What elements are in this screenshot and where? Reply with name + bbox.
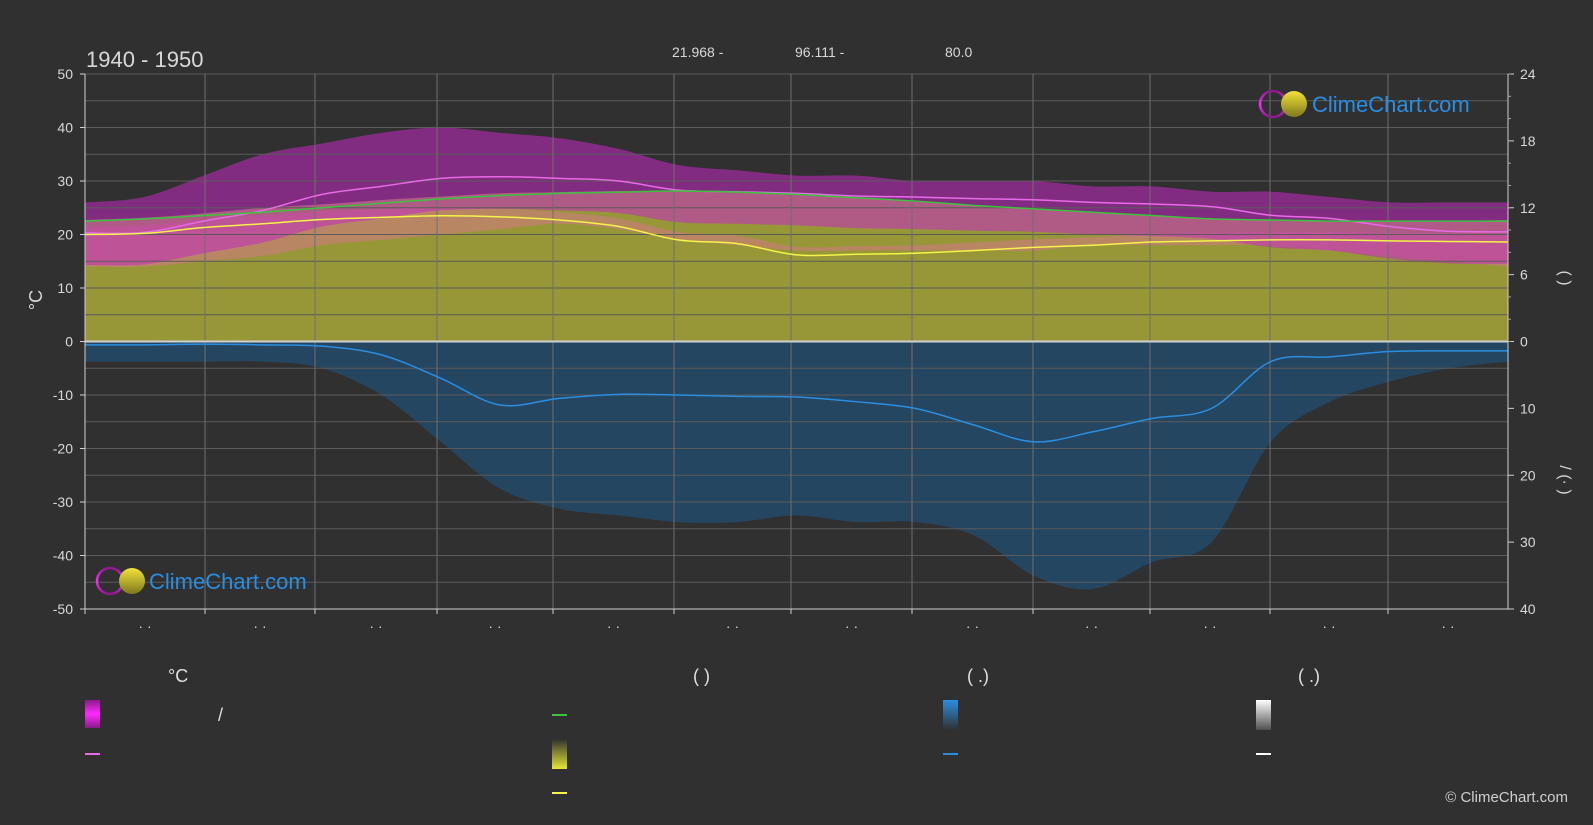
x-tick-label: · · — [966, 618, 979, 634]
precipitation-band — [85, 341, 1508, 590]
legend-sunshine-swatch — [552, 739, 567, 769]
right-top-tick-label: 0 — [1520, 334, 1528, 350]
left-tick-label: 50 — [57, 66, 73, 82]
legend-temp-header: °C — [168, 666, 188, 686]
latitude-label: 21.968 - — [672, 44, 724, 60]
legend-temp-range-label: / — [218, 705, 223, 725]
left-tick-label: 40 — [57, 120, 73, 136]
x-tick-label: · · — [488, 618, 501, 634]
legend-rain-header: ( .) — [967, 666, 989, 686]
legend-rain-swatch — [943, 700, 958, 730]
logo-top-right[interactable]: ClimeChart.com — [1258, 89, 1470, 119]
left-tick-label: -50 — [53, 601, 73, 617]
x-tick-label: · · — [845, 618, 858, 634]
right-top-tick-label: 12 — [1520, 200, 1536, 216]
x-tick-label: · · — [1203, 618, 1216, 634]
logo-text: ClimeChart.com — [149, 569, 307, 594]
right-axis-top-label: ( ) — [1556, 270, 1573, 285]
left-tick-label: -40 — [53, 548, 73, 564]
chart-title: 1940 - 1950 — [86, 47, 203, 72]
x-tick-label: · · — [726, 618, 739, 634]
climate-chart: 50 40 30 20 10 0 -10 -20 -30 -40 -50 24 18 12 6 0 10 20 30… — [26, 44, 1573, 806]
legend-daylight-swatch — [552, 714, 567, 716]
x-tick-label: · · — [1322, 618, 1335, 634]
right-top-tick-label: 24 — [1520, 66, 1536, 82]
logo-sun-icon — [119, 568, 145, 594]
x-tick-label: · · — [253, 618, 266, 634]
elevation-label: 80.0 — [945, 44, 972, 60]
longitude-label: 96.111 - — [795, 44, 845, 60]
copyright: © ClimeChart.com — [1445, 789, 1568, 806]
right-bottom-tick-label: 30 — [1520, 534, 1536, 550]
left-tick-label: -20 — [53, 441, 73, 457]
right-bottom-tick-label: 20 — [1520, 467, 1536, 483]
legend-temp-line-swatch — [85, 753, 100, 755]
legend-snow-swatch — [1256, 700, 1271, 730]
legend-snow-line-swatch — [1256, 753, 1271, 755]
legend: °C / ( ) ( .) ( .) — [85, 666, 1320, 794]
x-tick-label: · · — [1441, 618, 1454, 634]
logo-bottom-left[interactable]: ClimeChart.com — [95, 566, 307, 596]
x-tick-label: · · — [369, 618, 382, 634]
legend-rain-line-swatch — [943, 753, 958, 755]
left-tick-label: 30 — [57, 173, 73, 189]
left-axis-label: °C — [26, 290, 46, 310]
logo-sun-icon — [1281, 91, 1307, 117]
left-tick-label: -10 — [53, 387, 73, 403]
left-tick-label: 20 — [57, 227, 73, 243]
right-axis-bottom-label: / (· ) — [1556, 465, 1573, 494]
legend-temp-range-swatch — [85, 700, 100, 728]
left-tick-label: 0 — [65, 334, 73, 350]
right-bottom-tick-label: 40 — [1520, 601, 1536, 617]
left-tick-label: -30 — [53, 494, 73, 510]
right-top-tick-label: 18 — [1520, 133, 1536, 149]
x-tick-label: · · — [1085, 618, 1098, 634]
right-top-tick-label: 6 — [1520, 267, 1528, 283]
legend-snow-header: ( .) — [1298, 666, 1320, 686]
legend-sun-header: ( ) — [693, 666, 710, 686]
logo-text: ClimeChart.com — [1312, 92, 1470, 117]
left-tick-label: 10 — [57, 280, 73, 296]
x-tick-label: · · — [138, 618, 151, 634]
legend-sunshine-line-swatch — [552, 792, 567, 794]
x-tick-label: · · — [607, 618, 620, 634]
right-bottom-tick-label: 10 — [1520, 400, 1536, 416]
